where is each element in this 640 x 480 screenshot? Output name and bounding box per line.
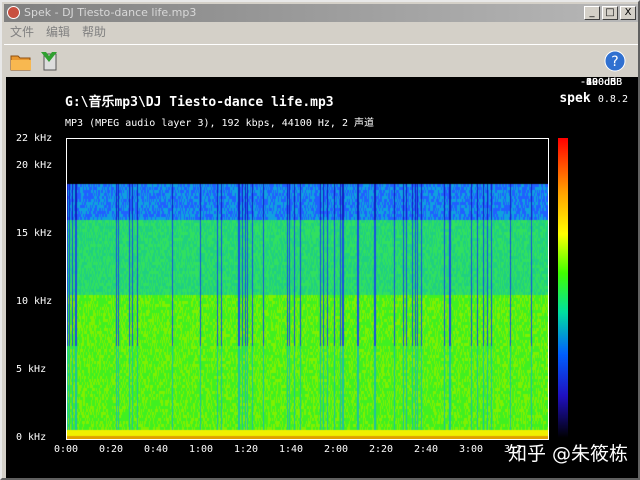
file-path: G:\音乐mp3\DJ Tiesto-dance life.mp3 [65,95,334,110]
freq-tick-label: 20 kHz [16,160,53,171]
close-button[interactable]: X [620,6,636,20]
file-info: MP3 (MPEG audio layer 3), 192 kbps, 4410… [65,118,374,129]
freq-tick-label: 0 kHz [16,432,47,443]
time-tick-label: 1:20 [234,444,259,455]
freq-tick-label: 5 kHz [16,364,47,375]
freq-tick-label: 22 kHz [16,132,53,144]
save-icon[interactable] [38,50,60,72]
time-tick-label: 2:20 [369,444,394,455]
menu-edit[interactable]: 编辑 [40,23,76,42]
colorbar [558,138,568,438]
time-tick-label: 1:00 [189,444,214,455]
menu-bar: 文件 编辑 帮助 [4,23,112,42]
app-icon [7,6,20,19]
app-version: spek 0.8.2 [559,91,628,106]
svg-text:?: ? [611,54,618,70]
time-tick-label: 1:40 [279,444,304,455]
watermark: 知乎 @朱筱栋 [508,443,629,465]
freq-tick-label: 15 kHz [16,228,53,239]
version: 0.8.2 [597,94,628,105]
time-tick-label: 3:00 [459,444,484,455]
toolbar: ? [4,44,638,76]
time-tick-label: 0:40 [144,444,169,455]
help-icon[interactable]: ? [604,50,626,72]
spectrogram [66,138,549,440]
app-name: spek [559,91,591,106]
db-tick-label: -120 dB [580,77,623,88]
time-tick-label: 2:00 [324,444,349,455]
folder-open-icon[interactable] [10,50,32,72]
spectrogram-panel: G:\音乐mp3\DJ Tiesto-dance life.mp3 MP3 (M… [6,77,638,478]
window-title: Spek - DJ Tiesto-dance life.mp3 [24,6,197,19]
title-bar: Spek - DJ Tiesto-dance life.mp3 _ □ X [4,4,638,22]
time-tick-label: 0:00 [54,444,79,455]
menu-help[interactable]: 帮助 [76,23,112,42]
maximize-button[interactable]: □ [602,6,618,20]
freq-tick-label: 10 kHz [16,296,53,307]
menu-file[interactable]: 文件 [4,23,40,42]
time-tick-label: 2:40 [414,444,439,455]
spek-window: Spek - DJ Tiesto-dance life.mp3 _ □ X 文件… [0,0,640,480]
minimize-button[interactable]: _ [584,6,600,20]
time-tick-label: 0:20 [99,444,124,455]
